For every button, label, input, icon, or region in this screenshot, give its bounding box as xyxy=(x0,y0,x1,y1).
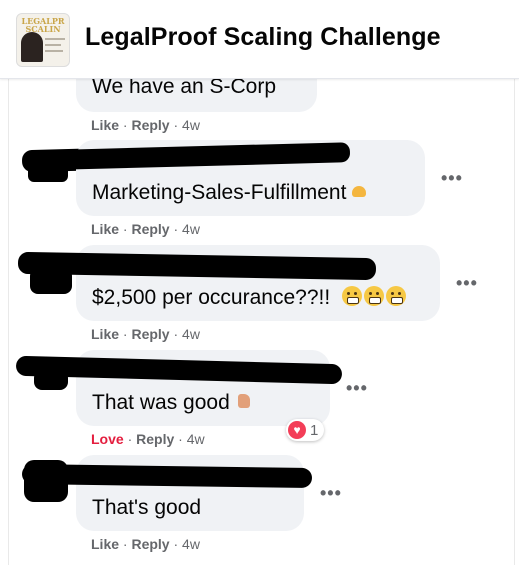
group-avatar-line xyxy=(45,44,61,46)
redacted-avatar xyxy=(34,370,68,390)
group-header: LEGALPR SCALIN LegalProof Scaling Challe… xyxy=(0,0,519,79)
redacted-avatar xyxy=(24,460,68,502)
group-name[interactable]: LegalProof Scaling Challenge xyxy=(85,23,441,52)
more-options-icon[interactable]: ••• xyxy=(320,483,342,504)
group-avatar-logo-text: LEGALPR SCALIN xyxy=(21,16,65,34)
comment-actions: Love · Reply · 4w xyxy=(91,431,205,447)
timestamp[interactable]: 4w xyxy=(182,117,200,133)
more-options-icon[interactable]: ••• xyxy=(346,378,368,399)
raising-hands-icon xyxy=(352,185,367,197)
comment-actions: Like · Reply · 4w xyxy=(91,536,200,552)
comment-actions: Like · Reply · 4w xyxy=(91,326,200,342)
comment-actions: Like · Reply · 4w xyxy=(91,117,200,133)
reply-link[interactable]: Reply xyxy=(131,221,169,237)
separator: · xyxy=(122,117,128,133)
reply-link[interactable]: Reply xyxy=(131,326,169,342)
comment-text: $2,500 per occurance??!! xyxy=(92,286,407,310)
separator: · xyxy=(173,221,179,237)
comment-text-content: Marketing-Sales-Fulfillment xyxy=(92,181,347,204)
heart-icon: ♥ xyxy=(288,421,306,439)
group-avatar-line xyxy=(45,38,65,40)
comment-text-content: $2,500 per occurance??!! xyxy=(92,286,331,309)
separator: · xyxy=(127,431,133,447)
separator: · xyxy=(173,536,179,552)
grimacing-face-icon xyxy=(364,286,385,307)
more-options-icon[interactable]: ••• xyxy=(456,273,478,294)
group-avatar[interactable]: LEGALPR SCALIN xyxy=(16,13,70,67)
separator: · xyxy=(173,117,179,133)
separator: · xyxy=(173,326,179,342)
timestamp[interactable]: 4w xyxy=(182,536,200,552)
grimacing-face-icon xyxy=(386,286,407,307)
redacted-avatar xyxy=(30,268,72,294)
separator: · xyxy=(122,326,128,342)
group-avatar-line xyxy=(45,50,63,52)
comment-text: That's good xyxy=(92,496,202,519)
separator: · xyxy=(178,431,183,447)
separator: · xyxy=(122,221,128,237)
like-link[interactable]: Like xyxy=(91,536,119,552)
love-link[interactable]: Love xyxy=(91,431,124,447)
timestamp[interactable]: 4w xyxy=(182,221,200,237)
reply-link[interactable]: Reply xyxy=(131,117,169,133)
more-options-icon[interactable]: ••• xyxy=(441,168,463,189)
like-link[interactable]: Like xyxy=(91,326,119,342)
like-link[interactable]: Like xyxy=(91,221,119,237)
panel-border-left xyxy=(8,78,9,565)
reaction-summary[interactable]: ♥ 1 xyxy=(286,419,325,441)
grimacing-face-icon xyxy=(342,286,363,307)
reply-link[interactable]: Reply xyxy=(136,431,174,447)
comment-text: That was good xyxy=(92,391,250,415)
thumbs-up-icon xyxy=(237,394,250,409)
like-link[interactable]: Like xyxy=(91,117,119,133)
panel-border-right xyxy=(514,78,515,565)
group-avatar-person xyxy=(21,32,43,62)
timestamp[interactable]: 4w xyxy=(182,326,200,342)
comment-actions: Like · Reply · 4w xyxy=(91,221,200,237)
separator: · xyxy=(122,536,128,552)
timestamp[interactable]: 4w xyxy=(187,431,205,447)
comment-text: Marketing-Sales-Fulfillment xyxy=(92,181,367,205)
comment-text-content: That was good xyxy=(92,391,230,414)
reply-link[interactable]: Reply xyxy=(131,536,169,552)
reaction-count: 1 xyxy=(310,421,319,439)
